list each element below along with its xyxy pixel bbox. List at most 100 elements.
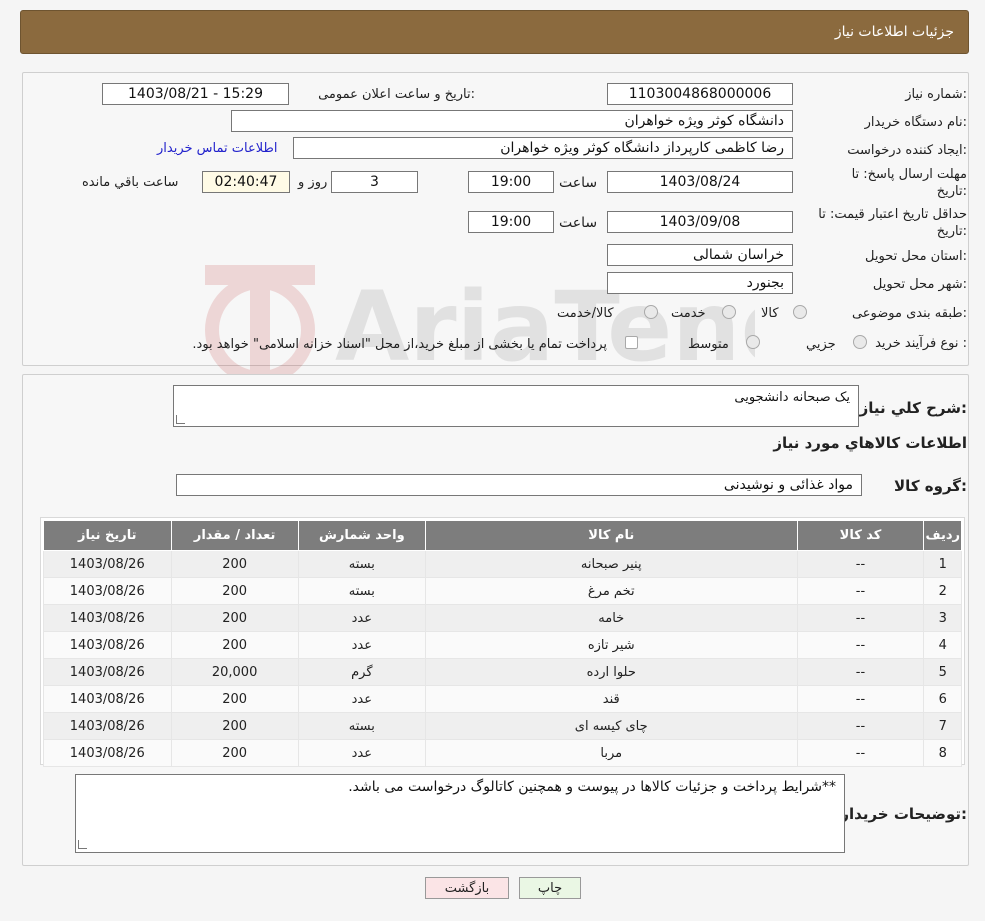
province-field: خراسان شمالی (607, 244, 793, 266)
cell-name: تخم مرغ (424, 577, 798, 605)
process-minor-radio[interactable] (853, 335, 867, 349)
days-label: روز و (298, 175, 328, 190)
cell-code: -- (796, 739, 925, 767)
treasury-payment-note: پرداخت تمام یا بخشی از مبلغ خرید،از محل … (192, 337, 607, 352)
buyer-contact-link[interactable]: اطلاعات تماس خریدار (157, 141, 277, 156)
cell-code: -- (796, 550, 925, 578)
need-number-field: 1103004868000006 (607, 83, 793, 105)
cell-unit: بسته (297, 577, 426, 605)
buyer-notes-textarea[interactable]: **شرایط پرداخت و جزئیات کالاها در پیوست … (75, 774, 845, 853)
cell-row-no: 8 (923, 739, 962, 767)
cell-row-no: 5 (923, 658, 962, 686)
cell-name: خامه (424, 604, 798, 632)
cell-quantity: 200 (170, 631, 299, 659)
category-goods-service-radio[interactable] (644, 305, 658, 319)
cell-name: مربا (424, 739, 798, 767)
category-label: طبقه بندی موضوعی: (851, 306, 967, 321)
cell-quantity: 20,000 (170, 658, 299, 686)
cell-row-no: 2 (923, 577, 962, 605)
col-header-quantity: تعداد / مقدار (170, 520, 299, 551)
cell-name: حلوا ارده (424, 658, 798, 686)
cell-row-no: 1 (923, 550, 962, 578)
print-button[interactable]: چاپ (519, 877, 581, 899)
category-goods-service-label: کالا/خدمت (557, 306, 614, 321)
goods-info-title: اطلاعات کالاهاي مورد نیاز (773, 434, 967, 452)
back-button[interactable]: بازگشت (425, 877, 509, 899)
cell-unit: عدد (297, 739, 426, 767)
treasury-payment-checkbox[interactable] (625, 336, 638, 349)
cell-name: چای کیسه ای (424, 712, 798, 740)
cell-quantity: 200 (170, 550, 299, 578)
deadline-time-label: ساعت (559, 175, 598, 191)
cell-need-date: 1403/08/26 (43, 712, 172, 740)
cell-code: -- (796, 604, 925, 632)
process-minor-label: جزیي (806, 337, 836, 352)
city-field: بجنورد (607, 272, 793, 294)
goods-group-field: مواد غذائی و نوشیدنی (176, 474, 862, 496)
cell-quantity: 200 (170, 604, 299, 632)
table-header-row: ردیف کد کالا نام کالا واحد شمارش تعداد /… (43, 520, 962, 551)
col-header-need-date: تاریخ نیاز (43, 520, 172, 551)
table-row: 7 -- چای کیسه ای بسته 200 1403/08/26 (43, 712, 962, 740)
summary-label: شرح کلي نیاز: (859, 399, 967, 417)
deadline-time-field: 19:00 (468, 171, 554, 193)
cell-row-no: 7 (923, 712, 962, 740)
buyer-org-field: دانشگاه کوثر ویژه خواهران (231, 110, 793, 132)
cell-row-no: 6 (923, 685, 962, 713)
cell-code: -- (796, 577, 925, 605)
resize-handle-icon[interactable] (176, 415, 185, 424)
col-header-row-no: ردیف (923, 520, 962, 551)
cell-unit: عدد (297, 685, 426, 713)
validity-time-field: 19:00 (468, 211, 554, 233)
cell-name: قند (424, 685, 798, 713)
province-label: استان محل تحویل: (865, 249, 967, 264)
announce-datetime-label: تاریخ و ساعت اعلان عمومی: (318, 87, 475, 102)
cell-code: -- (796, 631, 925, 659)
cell-row-no: 3 (923, 604, 962, 632)
table-row: 5 -- حلوا ارده گرم 20,000 1403/08/26 (43, 658, 962, 686)
table-row: 8 -- مربا عدد 200 1403/08/26 (43, 739, 962, 767)
cell-need-date: 1403/08/26 (43, 631, 172, 659)
cell-need-date: 1403/08/26 (43, 739, 172, 767)
need-number-label: شماره نیاز: (905, 87, 967, 102)
creator-label: ایجاد کننده درخواست: (847, 143, 967, 158)
announce-datetime-field: 1403/08/21 - 15:29 (102, 83, 289, 105)
table-row: 2 -- تخم مرغ بسته 200 1403/08/26 (43, 577, 962, 605)
notes-resize-handle-icon[interactable] (78, 840, 87, 849)
table-row: 1 -- پنیر صبحانه بسته 200 1403/08/26 (43, 550, 962, 578)
cell-unit: گرم (297, 658, 426, 686)
col-header-unit: واحد شمارش (297, 520, 426, 551)
validity-time-label: ساعت (559, 215, 598, 231)
cell-unit: بسته (297, 712, 426, 740)
cell-quantity: 200 (170, 577, 299, 605)
cell-quantity: 200 (170, 685, 299, 713)
cell-row-no: 4 (923, 631, 962, 659)
buyer-notes-label: توضیحات خریدار: (840, 805, 967, 823)
summary-textarea[interactable]: یک صبحانه دانشجویی (173, 385, 859, 427)
table-row: 4 -- شیر تازه عدد 200 1403/08/26 (43, 631, 962, 659)
validity-date-field: 1403/09/08 (607, 211, 793, 233)
process-medium-radio[interactable] (746, 335, 760, 349)
category-goods-label: کالا (761, 306, 779, 321)
days-remaining-field: 3 (331, 171, 418, 193)
col-header-code: کد کالا (796, 520, 925, 551)
city-label: شهر محل تحویل: (872, 277, 967, 292)
buyer-org-label: نام دستگاه خریدار: (864, 115, 967, 130)
col-header-name: نام کالا (424, 520, 798, 551)
deadline-date-field: 1403/08/24 (607, 171, 793, 193)
cell-name: شیر تازه (424, 631, 798, 659)
creator-field: رضا کاظمی کارپرداز دانشگاه کوثر ویژه خوا… (293, 137, 793, 159)
process-medium-label: متوسط (688, 337, 729, 352)
page-title: جزئیات اطلاعات نیاز (834, 24, 954, 40)
cell-need-date: 1403/08/26 (43, 550, 172, 578)
cell-unit: بسته (297, 550, 426, 578)
deadline-label: مهلت ارسال پاسخ: تا تاریخ: (851, 167, 967, 199)
cell-name: پنیر صبحانه (424, 550, 798, 578)
table-row: 3 -- خامه عدد 200 1403/08/26 (43, 604, 962, 632)
cell-code: -- (796, 658, 925, 686)
table-row: 6 -- قند عدد 200 1403/08/26 (43, 685, 962, 713)
category-goods-radio[interactable] (793, 305, 807, 319)
category-service-radio[interactable] (722, 305, 736, 319)
cell-code: -- (796, 685, 925, 713)
remaining-time-label: ساعت باقي مانده (82, 175, 179, 190)
